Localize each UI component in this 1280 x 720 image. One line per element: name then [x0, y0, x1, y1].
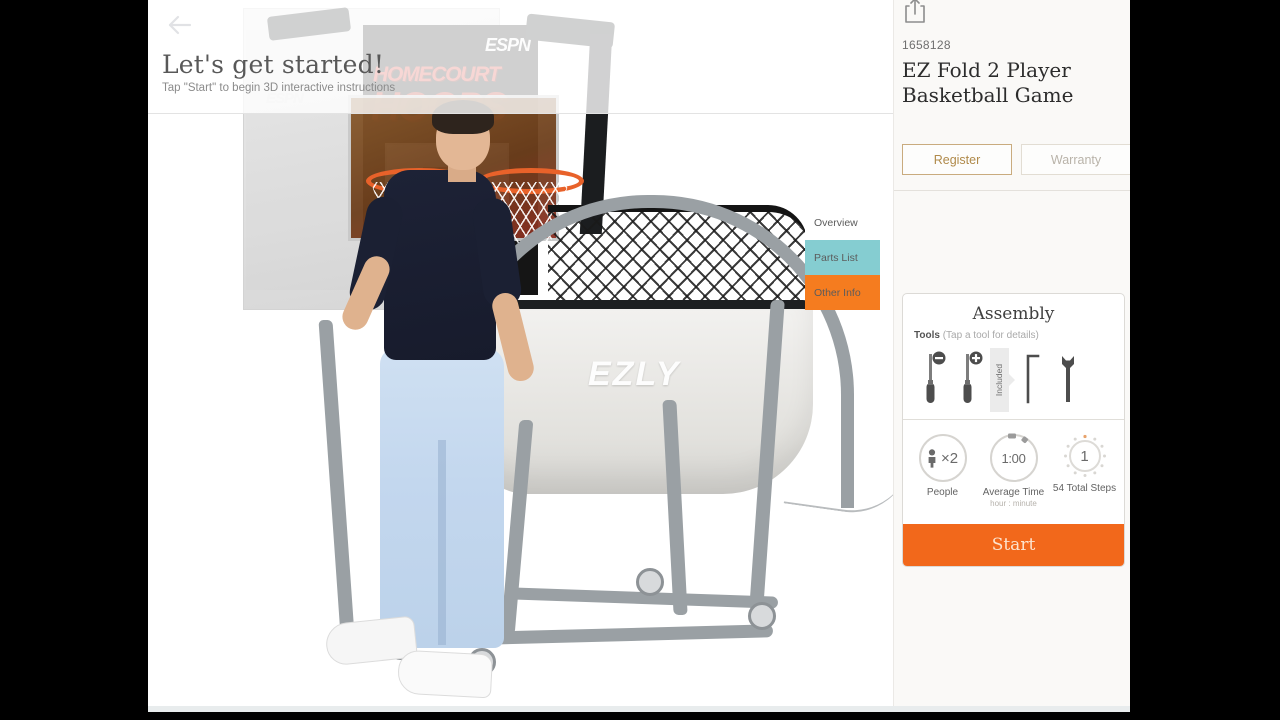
register-button[interactable]: Register	[902, 144, 1012, 175]
frame-leg-a	[318, 320, 356, 650]
assembly-stats-row: ×2 People 1:00 Average Time hour: minut…	[903, 420, 1124, 524]
tab-other-info-label: Other Info	[814, 286, 861, 299]
tab-other-info[interactable]: Other Info	[805, 275, 880, 310]
stat-total-steps: 1 54 Total Steps	[1050, 434, 1120, 494]
tab-parts-list[interactable]: Parts List	[805, 240, 880, 275]
phillips-screwdriver-icon[interactable]	[950, 350, 987, 410]
tools-row: Included	[903, 341, 1124, 419]
product-title: EZ Fold 2 Player Basketball Game	[902, 58, 1074, 107]
included-tools-divider: Included	[990, 348, 1015, 412]
warranty-button[interactable]: Warranty	[1021, 144, 1130, 175]
tab-overview[interactable]: Overview	[805, 205, 880, 240]
wrench-icon[interactable]	[1049, 350, 1086, 410]
page-subtitle: Tap "Start" to begin 3D interactive inst…	[162, 82, 396, 94]
person-jeans-seam	[438, 440, 446, 645]
app-viewport: ESPN ESPN HOMECOURT HOOPS EZL	[148, 0, 1130, 712]
people-label: People	[926, 487, 959, 498]
people-value: ×2	[940, 449, 959, 467]
caster-wheel	[636, 568, 664, 596]
section-tabs: Overview Parts List Other Info	[805, 205, 880, 310]
start-button[interactable]: Start	[903, 524, 1124, 566]
step-dial-icon: 1	[1063, 434, 1107, 478]
product-info-panel: 1658128 EZ Fold 2 Player Basketball Game…	[893, 0, 1130, 712]
tab-overview-label: Overview	[814, 216, 858, 229]
tab-parts-list-label: Parts List	[814, 251, 858, 264]
tools-label: Tools	[914, 330, 940, 341]
stat-average-time: 1:00 Average Time hour : minute	[979, 433, 1049, 508]
average-time-label: Average Time	[982, 487, 1045, 498]
product-sku: 1658128	[902, 38, 951, 52]
bottom-strip	[148, 706, 1130, 712]
tools-hint: (Tap a tool for details)	[942, 330, 1039, 341]
screen-root: ESPN ESPN HOMECOURT HOOPS EZL	[0, 0, 1280, 720]
panel-divider	[894, 190, 1130, 191]
start-button-label: Start	[991, 535, 1036, 555]
trough-brand-logo: EZLY	[588, 355, 681, 393]
register-button-label: Register	[933, 152, 981, 167]
flathead-screwdriver-icon[interactable]	[913, 350, 950, 410]
total-steps-label: 54 Total Steps	[1052, 483, 1117, 494]
stat-people: ×2 People	[908, 434, 978, 498]
assembly-title: Assembly	[972, 304, 1055, 324]
back-arrow-icon[interactable]	[162, 10, 202, 40]
product-action-buttons: Register Warranty	[902, 144, 1130, 175]
tools-label-row: Tools (Tap a tool for details)	[903, 330, 1124, 341]
page-title: Let's get started!	[162, 50, 385, 79]
warranty-button-label: Warranty	[1050, 152, 1102, 167]
person-shoe-right	[396, 649, 494, 699]
average-time-units: hour : minute	[990, 499, 1037, 508]
caster-wheel	[748, 602, 776, 630]
allen-key-icon[interactable]	[1012, 350, 1049, 410]
people-icon: ×2	[918, 434, 967, 482]
assembly-card: Assembly Tools (Tap a tool for details)	[902, 293, 1125, 567]
stopwatch-icon: 1:00	[989, 433, 1038, 482]
included-label: Included	[994, 363, 1005, 397]
share-icon[interactable]	[902, 0, 928, 26]
